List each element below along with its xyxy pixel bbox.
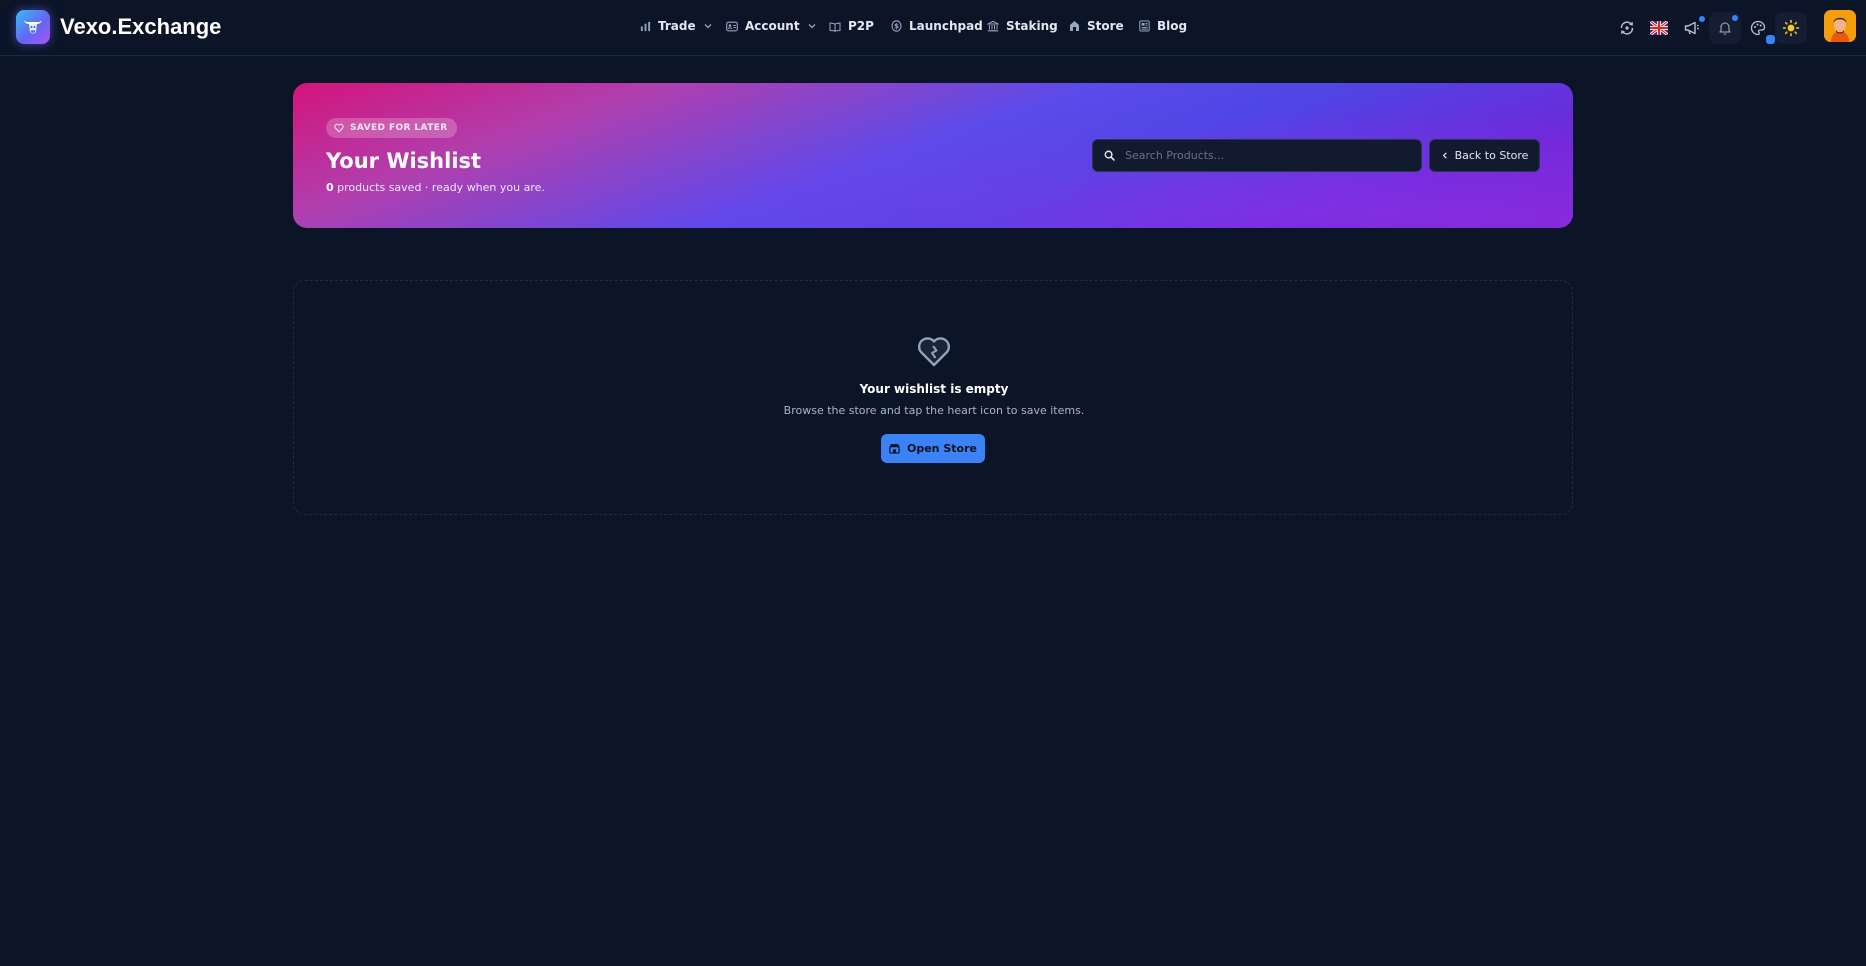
nav-label: Staking bbox=[1006, 19, 1058, 33]
heart-icon bbox=[334, 123, 344, 133]
notification-dot bbox=[1699, 16, 1705, 22]
bull-logo-icon bbox=[24, 20, 42, 34]
count-suffix: products saved · ready when you are. bbox=[333, 181, 545, 194]
uk-flag-icon bbox=[1650, 21, 1668, 35]
book-open-icon bbox=[829, 21, 841, 32]
chevron-down-icon bbox=[704, 24, 712, 29]
wishlist-count-text: 0 products saved · ready when you are. bbox=[326, 181, 545, 194]
bar-chart-icon bbox=[640, 21, 651, 31]
nav-label: Account bbox=[745, 19, 800, 33]
announcements-button[interactable] bbox=[1676, 12, 1708, 44]
theme-palette-button[interactable] bbox=[1742, 12, 1775, 44]
page-title: Your Wishlist bbox=[326, 149, 482, 173]
open-store-label: Open Store bbox=[907, 442, 977, 455]
transfer-button[interactable] bbox=[1611, 12, 1643, 44]
notification-dot bbox=[1732, 15, 1738, 21]
chevron-down-icon bbox=[808, 24, 816, 29]
nav-label: Launchpad bbox=[909, 19, 983, 33]
nav-label: Blog bbox=[1157, 19, 1188, 33]
transfer-icon bbox=[1620, 21, 1634, 35]
product-count: 0 bbox=[326, 181, 334, 194]
nav-account[interactable]: Account bbox=[726, 19, 817, 33]
avatar[interactable] bbox=[1824, 10, 1856, 42]
nav-staking[interactable]: Staking bbox=[987, 19, 1058, 33]
back-button-label: Back to Store bbox=[1454, 149, 1529, 162]
saved-for-later-badge: SAVED FOR LATER bbox=[326, 118, 457, 138]
nav-blog[interactable]: Blog bbox=[1139, 19, 1187, 33]
empty-wishlist-panel: Your wishlist is empty Browse the store … bbox=[293, 280, 1573, 515]
user-avatar-icon bbox=[1824, 10, 1856, 42]
broken-heart-icon bbox=[916, 336, 952, 372]
nav-label: Trade bbox=[658, 19, 696, 33]
nav-trade[interactable]: Trade bbox=[640, 19, 713, 33]
empty-state-title: Your wishlist is empty bbox=[859, 382, 1009, 396]
chevron-left-icon bbox=[1442, 152, 1447, 159]
nav-label: Store bbox=[1087, 19, 1124, 33]
nav-p2p[interactable]: P2P bbox=[829, 19, 874, 33]
empty-state-description: Browse the store and tap the heart icon … bbox=[783, 404, 1085, 417]
store-icon bbox=[1070, 21, 1079, 31]
theme-toggle-button[interactable] bbox=[1775, 12, 1807, 44]
top-navbar: Vexo.Exchange Trade Account P2P $ Launch… bbox=[0, 0, 1866, 56]
brand-name[interactable]: Vexo.Exchange bbox=[60, 14, 221, 40]
search-box[interactable] bbox=[1092, 139, 1422, 172]
bell-icon bbox=[1719, 22, 1731, 35]
megaphone-icon bbox=[1684, 21, 1699, 35]
svg-text:$: $ bbox=[894, 23, 899, 31]
logo[interactable] bbox=[16, 10, 50, 44]
wishlist-hero-banner: SAVED FOR LATER Your Wishlist 0 products… bbox=[293, 83, 1573, 228]
store-icon bbox=[889, 444, 900, 454]
open-store-button[interactable]: Open Store bbox=[881, 434, 985, 463]
id-card-icon bbox=[726, 21, 738, 31]
bank-icon bbox=[987, 20, 999, 32]
palette-icon bbox=[1750, 20, 1766, 36]
sun-icon bbox=[1782, 19, 1800, 37]
nav-store[interactable]: Store bbox=[1069, 19, 1124, 33]
search-input[interactable] bbox=[1125, 149, 1405, 162]
newspaper-icon bbox=[1139, 20, 1150, 32]
badge-label: SAVED FOR LATER bbox=[350, 123, 448, 133]
dollar-coin-icon: $ bbox=[891, 20, 902, 32]
nav-launchpad[interactable]: $ Launchpad bbox=[891, 19, 983, 33]
notifications-button[interactable] bbox=[1709, 12, 1741, 44]
nav-label: P2P bbox=[848, 19, 874, 33]
search-icon bbox=[1104, 150, 1115, 161]
language-button[interactable] bbox=[1643, 12, 1675, 44]
palette-color-swatch bbox=[1766, 35, 1775, 44]
back-to-store-button[interactable]: Back to Store bbox=[1429, 139, 1540, 172]
